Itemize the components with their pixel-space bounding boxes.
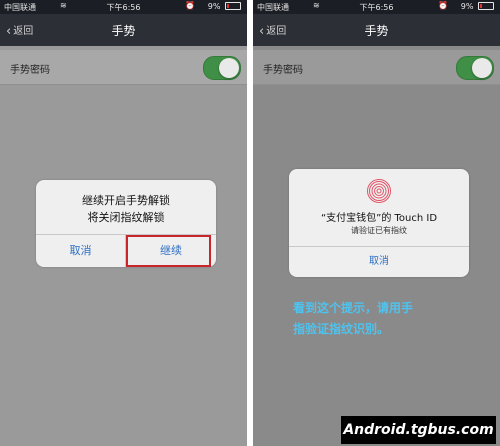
alarm-icon: ⏰ — [185, 1, 195, 10]
dialog-line-2: 将关闭指纹解锁 — [87, 211, 165, 224]
dialog-message: 继续开启手势解锁 将关闭指纹解锁 — [36, 192, 216, 226]
gesture-password-toggle[interactable] — [456, 56, 494, 80]
touch-id-message: 请验证已有指纹 — [351, 226, 407, 235]
page-title: 手势 — [364, 24, 389, 38]
gesture-password-row: 手势密码 — [0, 50, 247, 85]
page-title: 手势 — [111, 24, 136, 38]
battery-percent: 9% — [460, 2, 474, 11]
watermark-logo: Android.tgbus.com — [341, 416, 496, 444]
battery-icon — [478, 2, 494, 10]
nav-bar: ‹ 返回 手势 — [0, 14, 247, 46]
hint-line-2: 指验证指纹识别。 — [293, 322, 390, 336]
right-screen: 中国联通 ≋ 下午6:56 ⏰ 9% ‹ 返回 手势 手势密码 “支付宝钱包”的… — [253, 0, 500, 446]
nav-bar: ‹ 返回 手势 — [253, 14, 500, 46]
left-screen: 中国联通 ≋ 下午6:56 ⏰ 9% ‹ 返回 手势 手势密码 继续开启手势解锁 … — [0, 0, 247, 446]
alarm-icon: ⏰ — [438, 1, 448, 10]
status-bar: 中国联通 ≋ 下午6:56 ⏰ 9% — [0, 0, 247, 14]
dialog-line-1: 继续开启手势解锁 — [82, 194, 170, 207]
toggle-knob — [219, 58, 239, 78]
touch-id-dialog: “支付宝钱包”的 Touch ID 请验证已有指纹 取消 — [289, 169, 469, 277]
fingerprint-icon — [367, 179, 391, 203]
status-bar: 中国联通 ≋ 下午6:56 ⏰ 9% — [253, 0, 500, 14]
battery-percent: 9% — [207, 2, 221, 11]
gesture-password-toggle[interactable] — [203, 56, 241, 80]
hint-line-1: 看到这个提示，请用手 — [293, 301, 414, 315]
highlight-box — [126, 235, 211, 267]
toggle-knob — [472, 58, 492, 78]
cancel-button[interactable]: 取消 — [36, 235, 126, 267]
gesture-password-label: 手势密码 — [263, 65, 303, 76]
touch-id-title: “支付宝钱包”的 Touch ID — [320, 213, 438, 224]
battery-icon — [225, 2, 241, 10]
dialog-buttons: 取消 — [289, 246, 469, 277]
battery-indicator: 9% — [461, 2, 494, 11]
gesture-password-label: 手势密码 — [10, 65, 50, 76]
cancel-button[interactable]: 取消 — [289, 247, 469, 277]
hint-caption: 看到这个提示，请用手 指验证指纹识别。 — [293, 298, 473, 340]
gesture-password-row: 手势密码 — [253, 50, 500, 85]
battery-indicator: 9% — [208, 2, 241, 11]
